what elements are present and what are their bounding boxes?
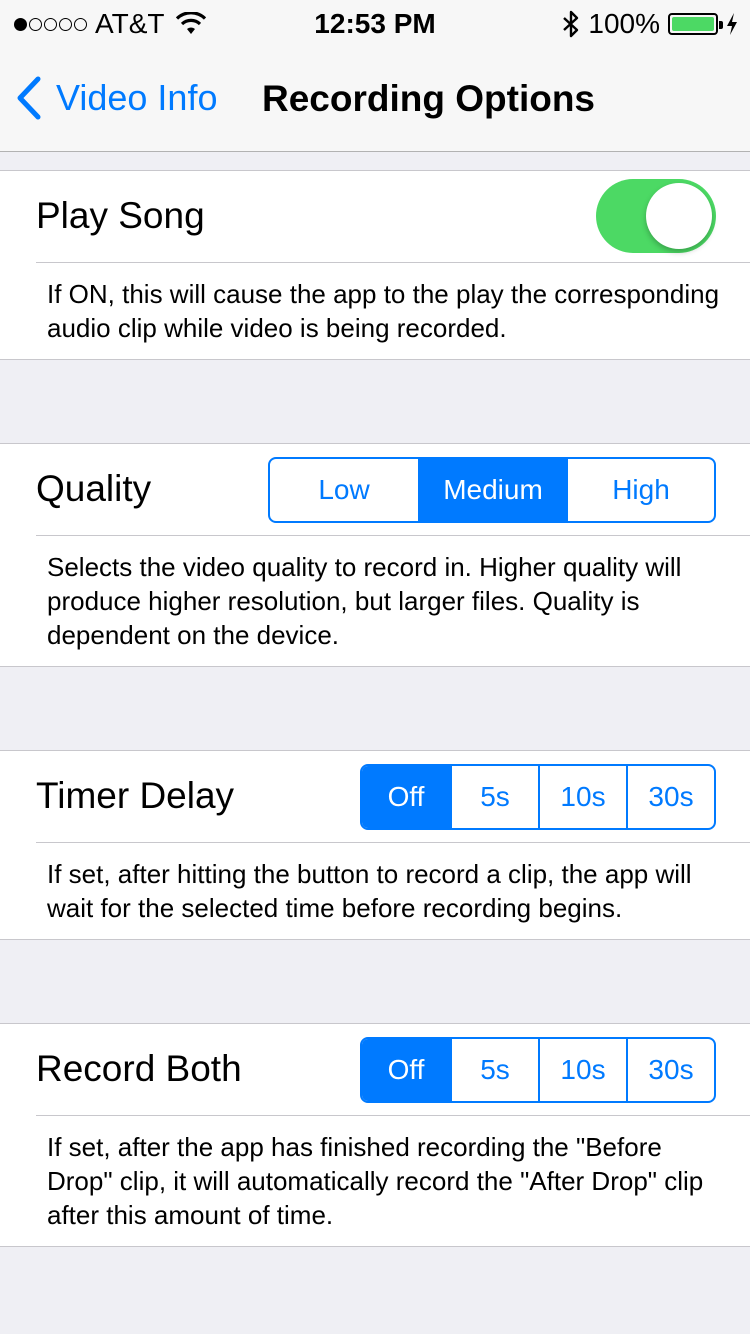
record-both-option-off[interactable]: Off [362,1039,450,1101]
toggle-knob [646,183,712,249]
quality-option-low[interactable]: Low [270,459,418,521]
page-title: Recording Options [262,78,595,119]
battery-tip [719,21,723,29]
record-both-segmented-control: Off 5s 10s 30s [360,1037,716,1103]
quality-section: Quality Low Medium High Selects the vide… [0,443,750,667]
record-both-option-5s[interactable]: 5s [450,1039,538,1101]
record-both-section: Record Both Off 5s 10s 30s If set, after… [0,1023,750,1247]
timer-delay-option-10s[interactable]: 10s [538,766,626,828]
timer-delay-segmented-control: Off 5s 10s 30s [360,764,716,830]
battery-fill [672,17,714,31]
status-right: 100% [562,8,738,40]
timer-delay-description: If set, after hitting the button to reco… [47,859,692,923]
quality-label: Quality [36,468,152,509]
battery-percent: 100% [588,8,660,39]
timer-delay-section: Timer Delay Off 5s 10s 30s If set, after… [0,750,750,940]
bluetooth-icon [563,10,579,38]
timer-delay-option-30s[interactable]: 30s [626,766,714,828]
charging-icon [727,13,737,35]
back-button-label: Video Info [56,77,218,118]
quality-description: Selects the video quality to record in. … [47,552,682,650]
play-song-description: If ON, this will cause the app to the pl… [47,279,720,343]
timer-delay-option-off[interactable]: Off [362,766,450,828]
status-bar: AT&T 12:53 PM 100% [0,0,750,48]
quality-option-medium[interactable]: Medium [418,459,566,521]
record-both-description: If set, after the app has finished recor… [47,1132,704,1230]
play-song-toggle[interactable] [596,179,716,253]
play-song-row: Play Song [36,171,750,263]
battery-icon [668,13,723,35]
play-song-section: Play Song If ON, this will cause the app… [0,170,750,360]
timer-delay-row: Timer Delay Off 5s 10s 30s [36,751,750,843]
navigation-bar: Video Info Recording Options [0,48,750,152]
record-both-row: Record Both Off 5s 10s 30s [36,1024,750,1116]
record-both-label: Record Both [36,1048,242,1089]
record-both-option-30s[interactable]: 30s [626,1039,714,1101]
chevron-left-icon [17,76,41,120]
back-button[interactable]: Video Info [16,76,217,120]
quality-row: Quality Low Medium High [36,444,750,536]
timer-delay-label: Timer Delay [36,775,235,816]
settings-list: Play Song If ON, this will cause the app… [0,153,750,1247]
quality-option-high[interactable]: High [566,459,714,521]
record-both-option-10s[interactable]: 10s [538,1039,626,1101]
quality-segmented-control: Low Medium High [268,457,716,523]
play-song-label: Play Song [36,195,205,236]
timer-delay-option-5s[interactable]: 5s [450,766,538,828]
